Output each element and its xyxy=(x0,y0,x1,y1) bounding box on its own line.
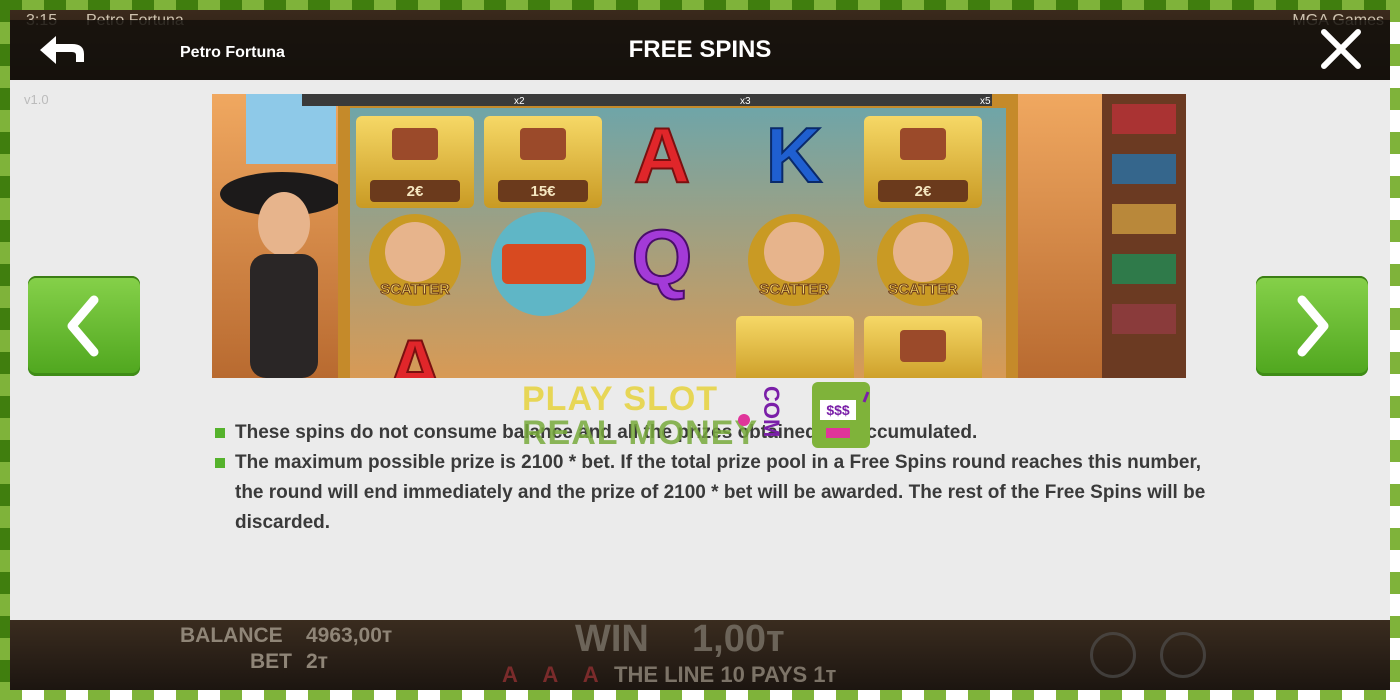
svg-text:$$$: $$$ xyxy=(826,402,850,418)
svg-text:SCATTER: SCATTER xyxy=(759,281,829,298)
balance-label: BALANCE xyxy=(180,624,283,647)
header-bar: Petro Fortuna FREE SPINS xyxy=(10,20,1390,80)
watermark: PLAY SLOT REAL MONEY COM $$$ xyxy=(522,380,892,460)
footer-bar: BALANCE 4963,00т BET 2т WIN 1,00т A A A … xyxy=(10,618,1390,690)
rule-item: The maximum possible prize is 2100 * bet… xyxy=(215,448,1225,538)
previous-page-button[interactable] xyxy=(28,276,140,376)
chevron-left-icon xyxy=(67,295,99,357)
close-button[interactable] xyxy=(1316,28,1366,72)
page-title: FREE SPINS xyxy=(628,36,772,63)
svg-text:SCATTER: SCATTER xyxy=(888,281,958,298)
next-page-button[interactable] xyxy=(1256,276,1368,376)
balance-value: 4963,00т xyxy=(306,624,393,647)
multiplier-x3: x3 xyxy=(740,96,751,107)
svg-text:K: K xyxy=(766,111,822,199)
autoplay-icon[interactable] xyxy=(1160,632,1206,678)
watermark-line2: REAL MONEY xyxy=(522,414,759,452)
briefcase-value-3: 2€ xyxy=(915,183,932,200)
bet-label: BET xyxy=(250,650,292,673)
settings-icon[interactable] xyxy=(1090,632,1136,678)
multiplier-x5: x5 xyxy=(980,96,991,107)
briefcase-value-2: 15€ xyxy=(530,183,556,200)
info-panel: v1.0 x2 x3 x5 2€ 15€ A K 2€ SCATTER Q SC… xyxy=(10,80,1390,620)
watermark-com: COM xyxy=(759,386,784,438)
chevron-right-icon xyxy=(1297,295,1329,357)
slot-machine-icon: $$$ xyxy=(812,382,870,448)
svg-text:SCATTER: SCATTER xyxy=(380,281,450,298)
svg-text:A: A xyxy=(387,323,443,378)
svg-text:A: A xyxy=(634,111,690,199)
game-stage: 3:15 Petro Fortuna MGA Games Petro Fortu… xyxy=(10,10,1390,690)
free-spins-screenshot: x2 x3 x5 2€ 15€ A K 2€ SCATTER Q SCATTER… xyxy=(212,94,1186,378)
line-symbols: A A A xyxy=(502,662,609,687)
watermark-dot xyxy=(738,414,750,426)
reels-illustration: x2 x3 x5 2€ 15€ A K 2€ SCATTER Q SCATTER… xyxy=(212,94,1186,378)
briefcase-value-1: 2€ xyxy=(407,183,424,200)
line-win-message: THE LINE 10 PAYS 1т xyxy=(614,662,837,687)
close-icon xyxy=(1321,29,1361,69)
win-value: 1,00т xyxy=(692,618,785,660)
svg-text:Q: Q xyxy=(632,213,693,301)
multiplier-x2: x2 xyxy=(514,96,525,107)
version-label: v1.0 xyxy=(24,92,49,107)
bet-value: 2т xyxy=(306,650,328,673)
win-label: WIN xyxy=(575,618,649,660)
